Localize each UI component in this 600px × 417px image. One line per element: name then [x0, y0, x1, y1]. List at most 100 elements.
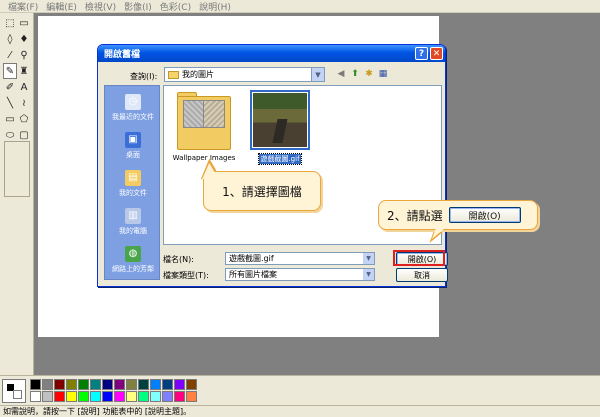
file-name-selected: 遊戲截圖.gif [258, 153, 302, 165]
color-swatch[interactable] [90, 391, 101, 402]
color-swatch[interactable] [78, 391, 89, 402]
help-button[interactable]: ? [415, 47, 428, 60]
thumbnail-image-icon [203, 100, 225, 128]
brush-icon[interactable]: ♜ [17, 63, 31, 79]
color-swatch[interactable] [30, 391, 41, 402]
callout-step-2: 2、請點選 開啟(O) [378, 200, 538, 230]
toolbox: ⬚ ▭ ◊ ♦ ⁄ ⚲ ✎ ♜ ✐ A ╲ ≀ ▭ ⬠ ⬭ ▢ [0, 13, 34, 375]
color-swatch[interactable] [102, 379, 113, 390]
place-item[interactable]: ▤ 我的文件 [105, 170, 161, 198]
color-swatch[interactable] [138, 379, 149, 390]
airbrush-icon[interactable]: ✐ [3, 79, 17, 95]
color-swatch[interactable] [174, 379, 185, 390]
place-item[interactable]: ◍ 網路上的芳鄰 [105, 246, 161, 274]
tool-options[interactable] [4, 141, 30, 197]
my-documents-icon: ▤ [125, 170, 141, 186]
place-label: 我的文件 [119, 189, 147, 197]
place-item[interactable]: ▣ 桌面 [105, 132, 161, 160]
chevron-down-icon[interactable]: ▼ [311, 68, 324, 81]
menu-item[interactable]: 影像(I) [120, 0, 156, 13]
place-item[interactable]: ▥ 我的電腦 [105, 208, 161, 236]
color-swatch[interactable] [186, 391, 197, 402]
callout-step-1: 1、請選擇圖檔 [203, 171, 321, 211]
color-swatch[interactable] [150, 379, 161, 390]
rectangle-icon[interactable]: ▭ [3, 111, 17, 127]
dialog-titlebar: 開啟舊檔 ? ✕ [98, 45, 445, 62]
color-swatch[interactable] [102, 391, 113, 402]
look-in-combo[interactable]: 我的圖片 ▼ [164, 67, 325, 82]
up-folder-icon[interactable]: ⬆ [349, 68, 361, 80]
eraser-icon[interactable]: ◊ [3, 31, 17, 47]
menu-item[interactable]: 編輯(E) [42, 0, 81, 13]
callout-step-1-text: 1、請選擇圖檔 [222, 184, 302, 199]
line-icon[interactable]: ╲ [3, 95, 17, 111]
rect-select-icon[interactable]: ▭ [17, 15, 31, 31]
open-button-highlight [393, 250, 445, 266]
filetype-label: 檔案類型(T): [163, 271, 209, 280]
cancel-button[interactable]: 取消 [396, 268, 448, 282]
color-swatch[interactable] [42, 379, 53, 390]
color-swatch[interactable] [186, 379, 197, 390]
desktop-icon: ▣ [125, 132, 141, 148]
menu-item[interactable]: 檢視(V) [81, 0, 120, 13]
menu-item[interactable]: 檔案(F) [4, 0, 42, 13]
file-item-image[interactable]: 遊戲截圖.gif [248, 90, 312, 165]
new-folder-icon[interactable]: ✱ [363, 68, 375, 80]
color-swatch[interactable] [174, 391, 185, 402]
callout-open-button: 開啟(O) [448, 207, 521, 223]
color-box [0, 375, 600, 405]
color-picker-icon[interactable]: ⁄ [3, 47, 17, 63]
magnifier-icon[interactable]: ⚲ [17, 47, 31, 63]
color-swatch[interactable] [54, 391, 65, 402]
back-icon[interactable]: ◀ [335, 68, 347, 80]
pencil-icon[interactable]: ✎ [3, 63, 17, 79]
color-swatch[interactable] [126, 379, 137, 390]
color-swatch[interactable] [114, 379, 125, 390]
folder-icon [168, 70, 179, 79]
current-colors[interactable] [2, 379, 26, 403]
color-swatch[interactable] [162, 391, 173, 402]
place-label: 網路上的芳鄰 [112, 265, 154, 273]
color-swatch[interactable] [90, 379, 101, 390]
look-in-label: 查詢(I): [130, 72, 158, 81]
menu-item[interactable]: 色彩(C) [156, 0, 195, 13]
color-swatch[interactable] [126, 391, 137, 402]
places-bar: ◷ 我最近的文件 ▣ 桌面 ▤ 我的文件 ▥ 我的電腦 ◍ 網路上的芳鄰 [104, 85, 160, 280]
folder-icon [177, 92, 231, 150]
close-button[interactable]: ✕ [430, 47, 443, 60]
color-swatch[interactable] [78, 379, 89, 390]
color-swatch[interactable] [42, 391, 53, 402]
chevron-down-icon[interactable]: ▼ [363, 253, 374, 264]
filetype-value: 所有圖片檔案 [229, 270, 277, 279]
menu-item[interactable]: 說明(H) [195, 0, 235, 13]
color-swatch[interactable] [114, 391, 125, 402]
view-menu-icon[interactable]: ▦ [377, 68, 389, 80]
dialog-title: 開啟舊檔 [104, 50, 141, 60]
game-screenshot-thumbnail [250, 90, 310, 150]
filename-input[interactable]: 遊戲截圖.gif ▼ [225, 252, 375, 265]
color-swatch[interactable] [66, 391, 77, 402]
filetype-select[interactable]: 所有圖片檔案 ▼ [225, 268, 375, 281]
status-bar: 如需說明，請按一下 [說明] 功能表中的 [說明主題]。 [0, 405, 600, 417]
color-swatch[interactable] [150, 391, 161, 402]
place-item[interactable]: ◷ 我最近的文件 [105, 94, 161, 122]
color-swatch[interactable] [162, 379, 173, 390]
color-palette [30, 379, 197, 402]
text-icon[interactable]: A [17, 79, 31, 95]
chevron-down-icon[interactable]: ▼ [363, 269, 374, 280]
place-label: 我最近的文件 [112, 113, 154, 121]
free-select-icon[interactable]: ⬚ [3, 15, 17, 31]
color-swatch[interactable] [54, 379, 65, 390]
file-item-folder[interactable]: Wallpaper Images [172, 92, 236, 162]
tool-grid: ⬚ ▭ ◊ ♦ ⁄ ⚲ ✎ ♜ ✐ A ╲ ≀ ▭ ⬠ ⬭ ▢ [3, 15, 31, 143]
recent-docs-icon: ◷ [125, 94, 141, 110]
menubar: 檔案(F) 編輯(E) 檢視(V) 影像(I) 色彩(C) 說明(H) [0, 0, 600, 13]
look-in-value: 我的圖片 [182, 70, 214, 79]
network-icon: ◍ [125, 246, 141, 262]
polygon-icon[interactable]: ⬠ [17, 111, 31, 127]
color-swatch[interactable] [138, 391, 149, 402]
color-swatch[interactable] [30, 379, 41, 390]
curve-icon[interactable]: ≀ [17, 95, 31, 111]
color-swatch[interactable] [66, 379, 77, 390]
fill-icon[interactable]: ♦ [17, 31, 31, 47]
